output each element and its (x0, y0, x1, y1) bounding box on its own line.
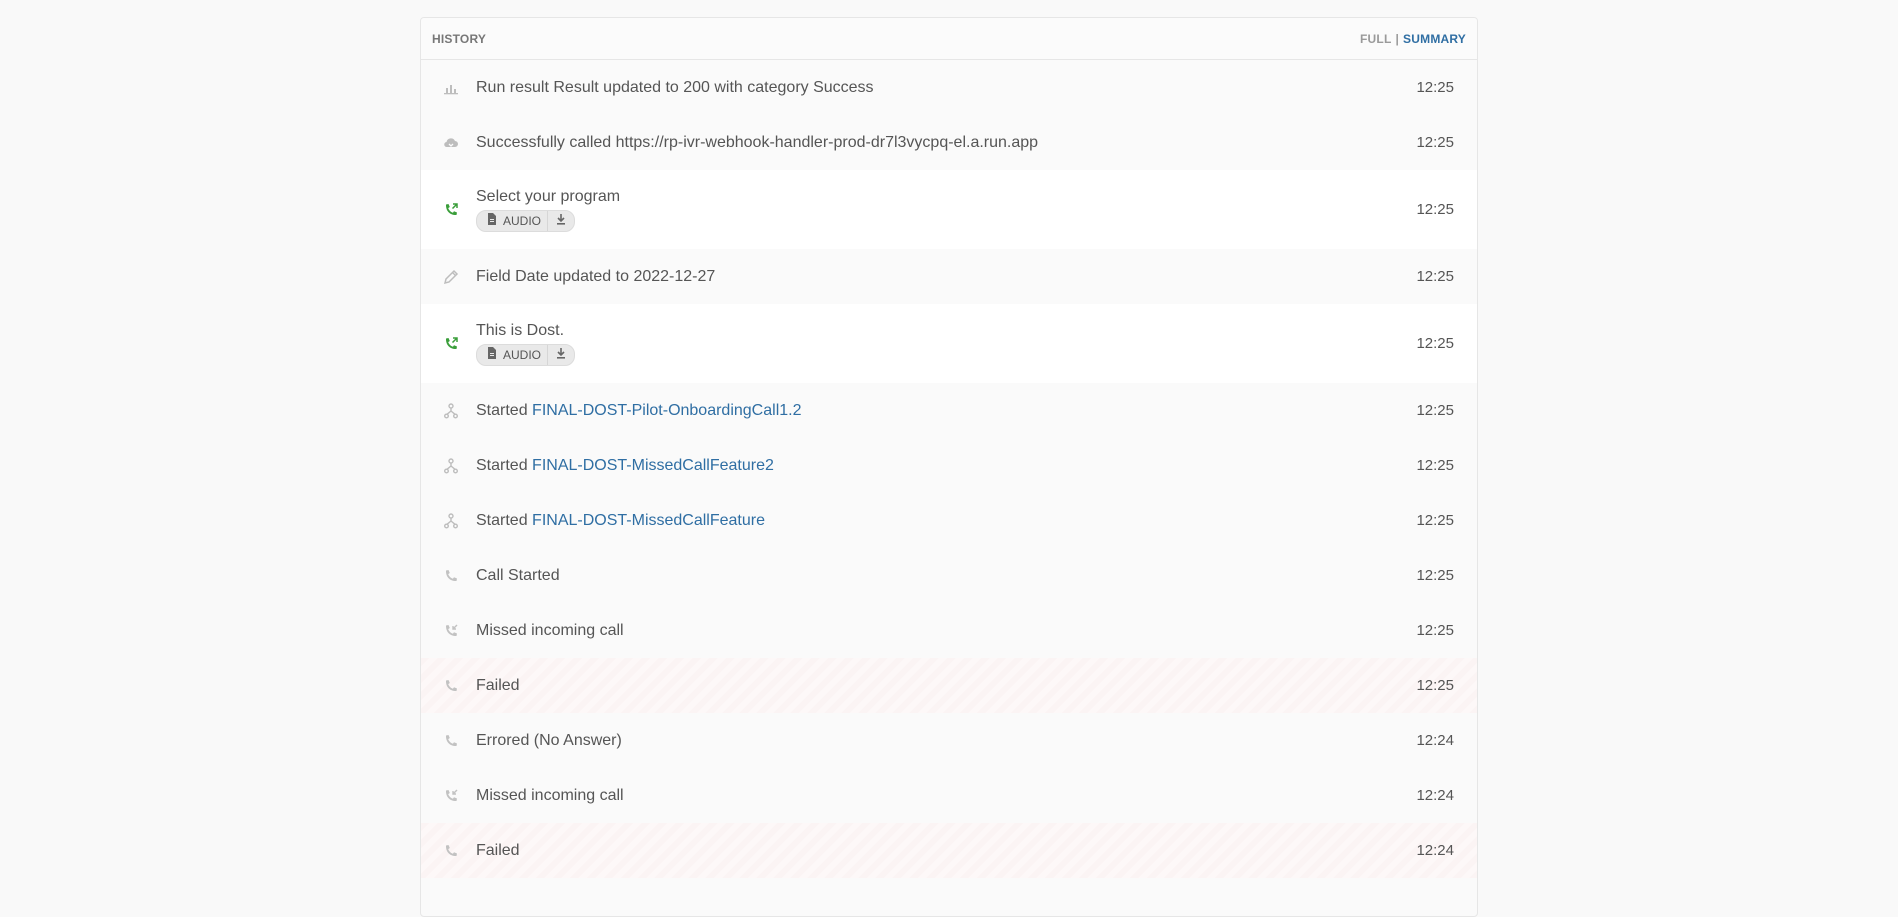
flow-icon (441, 511, 461, 531)
cloud-icon (441, 133, 461, 153)
file-icon (487, 347, 497, 362)
phone-icon (441, 566, 461, 586)
history-item-time: 12:25 (1416, 268, 1454, 285)
audio-chip: AUDIO (476, 343, 576, 366)
history-item: This is Dost. AUDIO 12:25 (421, 304, 1477, 383)
phone-icon (441, 676, 461, 696)
history-item: Started FINAL-DOST-MissedCallFeature 12:… (421, 493, 1477, 548)
history-item: Started FINAL-DOST-MissedCallFeature2 12… (421, 438, 1477, 493)
flow-link[interactable]: FINAL-DOST-MissedCallFeature (532, 512, 765, 529)
audio-download-button[interactable] (547, 210, 574, 231)
audio-chip: AUDIO (476, 209, 576, 232)
view-toggle: FULL | SUMMARY (1360, 32, 1466, 46)
history-item-time: 12:25 (1416, 335, 1454, 352)
phone-outgoing-icon (441, 334, 461, 354)
download-icon (556, 213, 566, 228)
audio-download-button[interactable] (547, 344, 574, 365)
history-list: Run result Result updated to 200 with ca… (421, 60, 1477, 878)
history-item-time: 12:24 (1416, 787, 1454, 804)
history-header: HISTORY FULL | SUMMARY (421, 18, 1477, 60)
history-item-prefix: Started (476, 401, 528, 419)
history-item-time: 12:25 (1416, 677, 1454, 694)
history-item-time: 12:25 (1416, 402, 1454, 419)
history-item: Missed incoming call 12:24 (421, 768, 1477, 823)
audio-play-button[interactable]: AUDIO (477, 211, 547, 231)
history-item-text: This is Dost. (476, 321, 565, 339)
toggle-separator: | (1395, 31, 1400, 46)
history-item-time: 12:25 (1416, 457, 1454, 474)
history-item-text: Call Started (476, 566, 560, 584)
history-item: Select your program AUDIO 12:25 (421, 170, 1477, 249)
history-item-time: 12:24 (1416, 732, 1454, 749)
history-item-text: Missed incoming call (476, 786, 624, 804)
history-item-text: Missed incoming call (476, 621, 624, 639)
history-item-prefix: Started (476, 511, 528, 529)
history-item-time: 12:25 (1416, 622, 1454, 639)
audio-label: AUDIO (503, 347, 542, 362)
flow-link[interactable]: FINAL-DOST-Pilot-OnboardingCall1.2 (532, 402, 801, 419)
history-item: Field Date updated to 2022-12-27 12:25 (421, 249, 1477, 304)
history-item-time: 12:25 (1416, 201, 1454, 218)
flow-icon (441, 456, 461, 476)
history-item-prefix: Started (476, 456, 528, 474)
history-item: Call Started 12:25 (421, 548, 1477, 603)
history-item-text: Failed (476, 841, 520, 859)
full-view-link[interactable]: FULL (1360, 32, 1391, 46)
history-item-time: 12:25 (1416, 134, 1454, 151)
phone-icon (441, 731, 461, 751)
history-panel: HISTORY FULL | SUMMARY Run result Result… (420, 17, 1478, 917)
history-item: Successfully called https://rp-ivr-webho… (421, 115, 1477, 170)
history-item: Errored (No Answer) 12:24 (421, 713, 1477, 768)
download-icon (556, 347, 566, 362)
summary-view-link[interactable]: SUMMARY (1403, 32, 1466, 46)
history-item-text: Select your program (476, 187, 621, 205)
history-item-text: Run result Result updated to 200 with ca… (476, 78, 874, 96)
phone-missed-icon (441, 621, 461, 641)
history-item-time: 12:25 (1416, 79, 1454, 96)
phone-outgoing-icon (441, 200, 461, 220)
flow-link[interactable]: FINAL-DOST-MissedCallFeature2 (532, 457, 774, 474)
history-item-text: Failed (476, 676, 520, 694)
history-item-time: 12:25 (1416, 512, 1454, 529)
history-item: Started FINAL-DOST-Pilot-OnboardingCall1… (421, 383, 1477, 438)
bar-chart-icon (441, 78, 461, 98)
history-item-text: Successfully called https://rp-ivr-webho… (476, 133, 1039, 151)
pencil-icon (441, 267, 461, 287)
history-item: Failed 12:25 (421, 658, 1477, 713)
phone-missed-icon (441, 786, 461, 806)
history-item: Failed 12:24 (421, 823, 1477, 878)
history-item: Missed incoming call 12:25 (421, 603, 1477, 658)
history-item-time: 12:24 (1416, 842, 1454, 859)
audio-play-button[interactable]: AUDIO (477, 345, 547, 365)
history-item: Run result Result updated to 200 with ca… (421, 60, 1477, 115)
history-item-text: Errored (No Answer) (476, 731, 622, 749)
audio-label: AUDIO (503, 213, 542, 228)
flow-icon (441, 401, 461, 421)
history-item-time: 12:25 (1416, 567, 1454, 584)
phone-icon (441, 841, 461, 861)
file-icon (487, 213, 497, 228)
history-item-text: Field Date updated to 2022-12-27 (476, 267, 716, 285)
history-title: HISTORY (432, 31, 487, 46)
